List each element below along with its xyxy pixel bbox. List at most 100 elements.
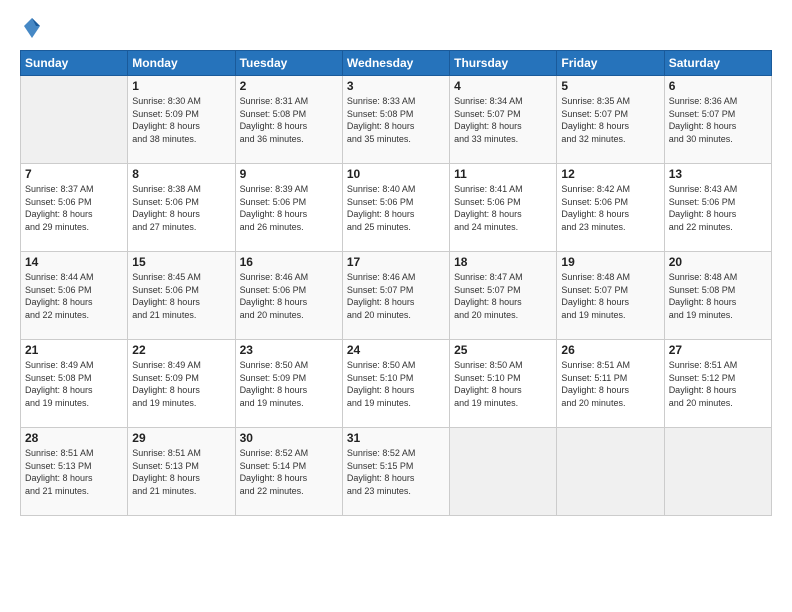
header-cell-saturday: Saturday [664, 51, 771, 76]
day-cell: 29 Sunrise: 8:51 AM Sunset: 5:13 PM Dayli… [128, 428, 235, 516]
day-number: 28 [25, 431, 123, 445]
calendar-body: 1 Sunrise: 8:30 AM Sunset: 5:09 PM Daylig… [21, 76, 772, 516]
header-cell-sunday: Sunday [21, 51, 128, 76]
day-number: 24 [347, 343, 445, 357]
day-number: 5 [561, 79, 659, 93]
day-number: 10 [347, 167, 445, 181]
day-cell: 25 Sunrise: 8:50 AM Sunset: 5:10 PM Dayli… [450, 340, 557, 428]
day-number: 8 [132, 167, 230, 181]
header-row: SundayMondayTuesdayWednesdayThursdayFrid… [21, 51, 772, 76]
day-cell: 6 Sunrise: 8:36 AM Sunset: 5:07 PM Daylig… [664, 76, 771, 164]
calendar: SundayMondayTuesdayWednesdayThursdayFrid… [20, 50, 772, 516]
day-cell: 4Sunrise: 8:34 AM Sunset: 5:07 PM Daylig… [450, 76, 557, 164]
day-cell: 1 Sunrise: 8:30 AM Sunset: 5:09 PM Daylig… [128, 76, 235, 164]
day-info: Sunrise: 8:48 AM Sunset: 5:08 PM Dayligh… [669, 271, 767, 321]
header [20, 16, 772, 40]
day-cell: 18Sunrise: 8:47 AM Sunset: 5:07 PM Dayli… [450, 252, 557, 340]
day-cell: 10 Sunrise: 8:40 AM Sunset: 5:06 PM Dayli… [342, 164, 449, 252]
day-number: 4 [454, 79, 552, 93]
day-info: Sunrise: 8:49 AM Sunset: 5:08 PM Dayligh… [25, 359, 123, 409]
day-info: Sunrise: 8:51 AM Sunset: 5:11 PM Dayligh… [561, 359, 659, 409]
logo [20, 16, 46, 40]
day-info: Sunrise: 8:35 AM Sunset: 5:07 PM Dayligh… [561, 95, 659, 145]
day-info: Sunrise: 8:39 AM Sunset: 5:06 PM Dayligh… [240, 183, 338, 233]
day-number: 25 [454, 343, 552, 357]
header-cell-thursday: Thursday [450, 51, 557, 76]
day-cell: 19 Sunrise: 8:48 AM Sunset: 5:07 PM Dayli… [557, 252, 664, 340]
day-info: Sunrise: 8:37 AM Sunset: 5:06 PM Dayligh… [25, 183, 123, 233]
day-info: Sunrise: 8:52 AM Sunset: 5:15 PM Dayligh… [347, 447, 445, 497]
day-info: Sunrise: 8:52 AM Sunset: 5:14 PM Dayligh… [240, 447, 338, 497]
day-info: Sunrise: 8:38 AM Sunset: 5:06 PM Dayligh… [132, 183, 230, 233]
day-number: 13 [669, 167, 767, 181]
day-number: 15 [132, 255, 230, 269]
day-info: Sunrise: 8:50 AM Sunset: 5:09 PM Dayligh… [240, 359, 338, 409]
day-info: Sunrise: 8:51 AM Sunset: 5:12 PM Dayligh… [669, 359, 767, 409]
day-number: 6 [669, 79, 767, 93]
day-cell: 2Sunrise: 8:31 AM Sunset: 5:08 PM Daylig… [235, 76, 342, 164]
day-info: Sunrise: 8:43 AM Sunset: 5:06 PM Dayligh… [669, 183, 767, 233]
page: SundayMondayTuesdayWednesdayThursdayFrid… [0, 0, 792, 612]
day-number: 16 [240, 255, 338, 269]
day-cell: 3 Sunrise: 8:33 AM Sunset: 5:08 PM Daylig… [342, 76, 449, 164]
day-info: Sunrise: 8:40 AM Sunset: 5:06 PM Dayligh… [347, 183, 445, 233]
day-cell: 22Sunrise: 8:49 AM Sunset: 5:09 PM Dayli… [128, 340, 235, 428]
day-cell: 28 Sunrise: 8:51 AM Sunset: 5:13 PM Dayli… [21, 428, 128, 516]
day-cell: 7 Sunrise: 8:37 AM Sunset: 5:06 PM Daylig… [21, 164, 128, 252]
day-cell: 17Sunrise: 8:46 AM Sunset: 5:07 PM Dayli… [342, 252, 449, 340]
day-cell [664, 428, 771, 516]
day-number: 19 [561, 255, 659, 269]
day-info: Sunrise: 8:30 AM Sunset: 5:09 PM Dayligh… [132, 95, 230, 145]
day-cell: 24Sunrise: 8:50 AM Sunset: 5:10 PM Dayli… [342, 340, 449, 428]
day-cell [21, 76, 128, 164]
day-cell: 27Sunrise: 8:51 AM Sunset: 5:12 PM Dayli… [664, 340, 771, 428]
day-number: 14 [25, 255, 123, 269]
day-cell: 8 Sunrise: 8:38 AM Sunset: 5:06 PM Daylig… [128, 164, 235, 252]
day-number: 11 [454, 167, 552, 181]
day-number: 31 [347, 431, 445, 445]
day-info: Sunrise: 8:41 AM Sunset: 5:06 PM Dayligh… [454, 183, 552, 233]
day-info: Sunrise: 8:36 AM Sunset: 5:07 PM Dayligh… [669, 95, 767, 145]
week-row-2: 7 Sunrise: 8:37 AM Sunset: 5:06 PM Daylig… [21, 164, 772, 252]
calendar-header: SundayMondayTuesdayWednesdayThursdayFrid… [21, 51, 772, 76]
day-cell: 16Sunrise: 8:46 AM Sunset: 5:06 PM Dayli… [235, 252, 342, 340]
day-info: Sunrise: 8:51 AM Sunset: 5:13 PM Dayligh… [25, 447, 123, 497]
day-info: Sunrise: 8:33 AM Sunset: 5:08 PM Dayligh… [347, 95, 445, 145]
day-number: 22 [132, 343, 230, 357]
logo-icon [22, 16, 42, 40]
day-cell: 20 Sunrise: 8:48 AM Sunset: 5:08 PM Dayli… [664, 252, 771, 340]
day-number: 18 [454, 255, 552, 269]
day-info: Sunrise: 8:44 AM Sunset: 5:06 PM Dayligh… [25, 271, 123, 321]
day-number: 26 [561, 343, 659, 357]
day-info: Sunrise: 8:51 AM Sunset: 5:13 PM Dayligh… [132, 447, 230, 497]
day-cell: 26 Sunrise: 8:51 AM Sunset: 5:11 PM Dayli… [557, 340, 664, 428]
day-info: Sunrise: 8:48 AM Sunset: 5:07 PM Dayligh… [561, 271, 659, 321]
day-cell: 11 Sunrise: 8:41 AM Sunset: 5:06 PM Dayli… [450, 164, 557, 252]
day-number: 1 [132, 79, 230, 93]
day-number: 20 [669, 255, 767, 269]
header-cell-monday: Monday [128, 51, 235, 76]
day-cell [557, 428, 664, 516]
day-number: 29 [132, 431, 230, 445]
day-info: Sunrise: 8:42 AM Sunset: 5:06 PM Dayligh… [561, 183, 659, 233]
day-cell: 30 Sunrise: 8:52 AM Sunset: 5:14 PM Dayli… [235, 428, 342, 516]
day-cell: 14 Sunrise: 8:44 AM Sunset: 5:06 PM Dayli… [21, 252, 128, 340]
week-row-3: 14 Sunrise: 8:44 AM Sunset: 5:06 PM Dayli… [21, 252, 772, 340]
day-info: Sunrise: 8:45 AM Sunset: 5:06 PM Dayligh… [132, 271, 230, 321]
day-number: 7 [25, 167, 123, 181]
day-number: 3 [347, 79, 445, 93]
week-row-1: 1 Sunrise: 8:30 AM Sunset: 5:09 PM Daylig… [21, 76, 772, 164]
week-row-5: 28 Sunrise: 8:51 AM Sunset: 5:13 PM Dayli… [21, 428, 772, 516]
day-info: Sunrise: 8:46 AM Sunset: 5:07 PM Dayligh… [347, 271, 445, 321]
day-cell: 15 Sunrise: 8:45 AM Sunset: 5:06 PM Dayli… [128, 252, 235, 340]
day-info: Sunrise: 8:31 AM Sunset: 5:08 PM Dayligh… [240, 95, 338, 145]
day-number: 30 [240, 431, 338, 445]
day-cell: 31 Sunrise: 8:52 AM Sunset: 5:15 PM Dayli… [342, 428, 449, 516]
day-info: Sunrise: 8:50 AM Sunset: 5:10 PM Dayligh… [454, 359, 552, 409]
day-number: 23 [240, 343, 338, 357]
header-cell-tuesday: Tuesday [235, 51, 342, 76]
day-cell: 21Sunrise: 8:49 AM Sunset: 5:08 PM Dayli… [21, 340, 128, 428]
day-cell: 5 Sunrise: 8:35 AM Sunset: 5:07 PM Daylig… [557, 76, 664, 164]
week-row-4: 21Sunrise: 8:49 AM Sunset: 5:08 PM Dayli… [21, 340, 772, 428]
day-cell: 12Sunrise: 8:42 AM Sunset: 5:06 PM Dayli… [557, 164, 664, 252]
